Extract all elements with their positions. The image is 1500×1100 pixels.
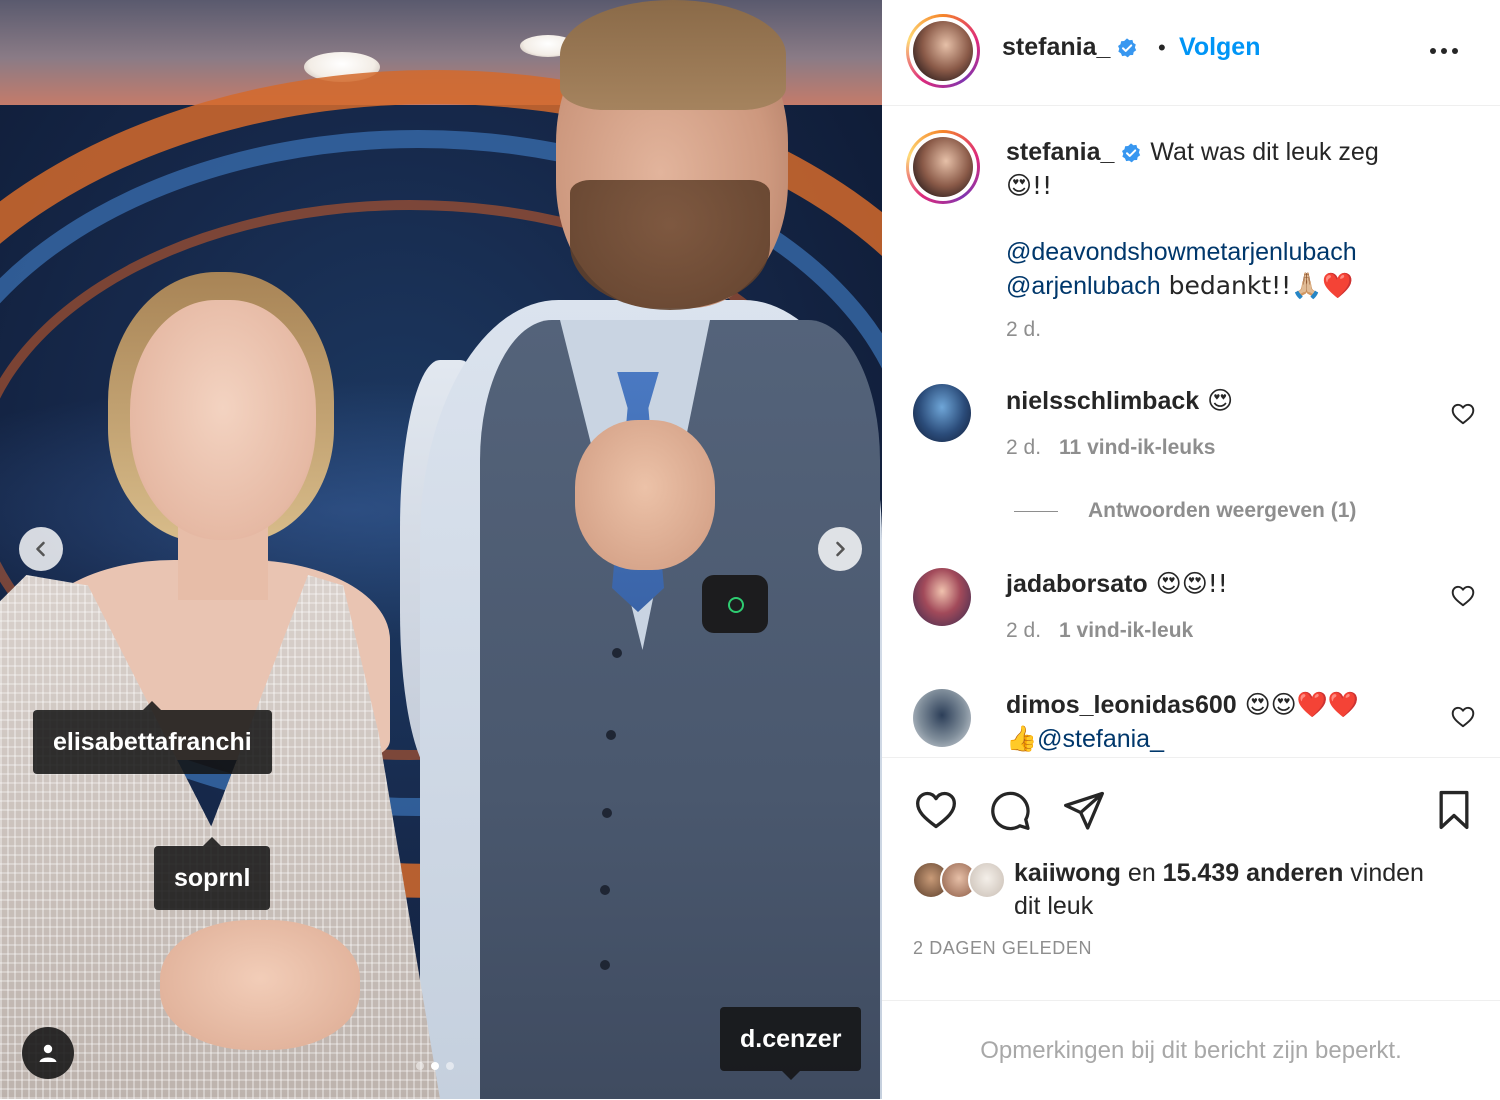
- comment-username[interactable]: dimos_leonidas600: [1006, 691, 1237, 719]
- caption-mention[interactable]: @deavondshowmetarjenlubach: [1006, 238, 1357, 266]
- comment-content: 👍: [1006, 724, 1038, 753]
- user-tag[interactable]: elisabettafranchi: [33, 701, 272, 774]
- man-beard: [570, 180, 770, 310]
- caption-emoji-line: 😍!!: [1006, 171, 1053, 200]
- caption-avatar[interactable]: [906, 130, 980, 204]
- more-options-icon[interactable]: [1430, 36, 1466, 66]
- bookmark-icon[interactable]: [1432, 788, 1476, 832]
- post-timestamp[interactable]: 2 DAGEN GELEDEN: [913, 938, 1092, 959]
- comment-time[interactable]: 2 d.: [1006, 619, 1041, 642]
- comment-content: 😍😍❤️❤️: [1236, 690, 1359, 719]
- comment-username[interactable]: jadaborsato: [1006, 570, 1148, 598]
- separator-dot: •: [1158, 35, 1166, 60]
- man-hair: [560, 0, 786, 110]
- post-photo[interactable]: elisabettafranchi soprnl d.cenzer: [0, 0, 882, 1099]
- carousel-dot: [446, 1062, 454, 1070]
- comment-username[interactable]: nielsschlimback: [1006, 387, 1199, 415]
- caption-text-end: bedankt!!🙏🏼❤️: [1160, 271, 1354, 300]
- verified-badge-icon: [1118, 38, 1137, 58]
- comment-text: jadaborsato 😍😍!!: [1006, 567, 1436, 601]
- man-hand: [575, 420, 715, 570]
- post-actions: [882, 757, 1500, 858]
- comments-section[interactable]: stefania_ Wat was dit leuk zeg 😍!! @deav…: [882, 106, 1500, 756]
- heart-icon[interactable]: [914, 788, 958, 832]
- user-tag[interactable]: d.cenzer: [720, 1007, 862, 1080]
- vest-button: [612, 648, 622, 658]
- commenter-avatar[interactable]: [913, 568, 971, 626]
- post-caption: stefania_ Wat was dit leuk zeg 😍!! @deav…: [1006, 136, 1476, 346]
- heart-icon[interactable]: [1450, 401, 1476, 427]
- author-avatar[interactable]: [906, 14, 980, 88]
- comment-likes[interactable]: 1 vind-ik-leuk: [1059, 619, 1193, 642]
- comment-time[interactable]: 2 d.: [1006, 436, 1041, 459]
- likes-text: kaiiwong en 15.439 anderen vinden dit le…: [1014, 857, 1454, 923]
- replies-divider: [1014, 510, 1058, 512]
- vest-button: [606, 730, 616, 740]
- chevron-right-icon: [836, 541, 845, 557]
- comment-meta: 2 d. 1 vind-ik-leuk: [1006, 619, 1193, 643]
- carousel-dot: [416, 1062, 424, 1070]
- liker-avatars[interactable]: [912, 861, 1006, 899]
- next-button[interactable]: [818, 527, 862, 571]
- tagged-users-button[interactable]: [22, 1027, 74, 1079]
- carousel-dot-active: [431, 1062, 439, 1070]
- view-replies-button[interactable]: Antwoorden weergeven (1): [1014, 499, 1356, 523]
- heart-icon[interactable]: [1450, 583, 1476, 609]
- comment-text: dimos_leonidas600 😍😍❤️❤️ 👍@stefania_: [1006, 688, 1436, 756]
- caption-text: Wat was dit leuk zeg: [1150, 138, 1379, 166]
- chevron-left-icon: [36, 541, 45, 557]
- share-icon[interactable]: [1062, 788, 1106, 832]
- post-sidebar: stefania_ • Volgen stefania_ Wat was dit…: [882, 0, 1500, 1099]
- vest-button: [602, 808, 612, 818]
- author-username[interactable]: stefania_: [1002, 33, 1138, 62]
- comment-icon[interactable]: [988, 788, 1032, 832]
- user-tag-icon: [39, 1044, 57, 1062]
- likes-count[interactable]: 15.439 anderen: [1163, 859, 1344, 887]
- previous-button[interactable]: [19, 527, 63, 571]
- vest-button: [600, 960, 610, 970]
- comment-meta: 2 d. 11 vind-ik-leuks: [1006, 436, 1215, 460]
- caption-time[interactable]: 2 d.: [1006, 313, 1476, 346]
- comments-restricted-notice: Opmerkingen bij dit bericht zijn beperkt…: [882, 1000, 1500, 1100]
- comment-mention[interactable]: @stefania_: [1037, 725, 1164, 753]
- woman-face: [130, 300, 316, 540]
- user-tag[interactable]: soprnl: [154, 837, 271, 910]
- commenter-avatar[interactable]: [913, 689, 971, 747]
- smartwatch: [702, 575, 768, 633]
- verified-badge-icon: [1122, 143, 1141, 163]
- comment-content: 😍: [1199, 386, 1234, 415]
- woman-hands: [160, 920, 360, 1050]
- carousel-indicator: [416, 1062, 454, 1070]
- commenter-avatar[interactable]: [913, 384, 971, 442]
- caption-username[interactable]: stefania_: [1006, 138, 1114, 166]
- vest-button: [600, 885, 610, 895]
- follow-button[interactable]: Volgen: [1179, 33, 1260, 62]
- post-header: stefania_ • Volgen: [882, 0, 1500, 106]
- likes-connector: en: [1120, 859, 1163, 887]
- liker-username[interactable]: kaiiwong: [1014, 859, 1121, 887]
- comment-likes[interactable]: 11 vind-ik-leuks: [1059, 436, 1215, 459]
- heart-icon[interactable]: [1450, 704, 1476, 730]
- caption-mention[interactable]: @arjenlubach: [1006, 272, 1161, 300]
- comment-content: 😍😍!!: [1147, 569, 1228, 598]
- comment-text: nielsschlimback 😍: [1006, 384, 1436, 418]
